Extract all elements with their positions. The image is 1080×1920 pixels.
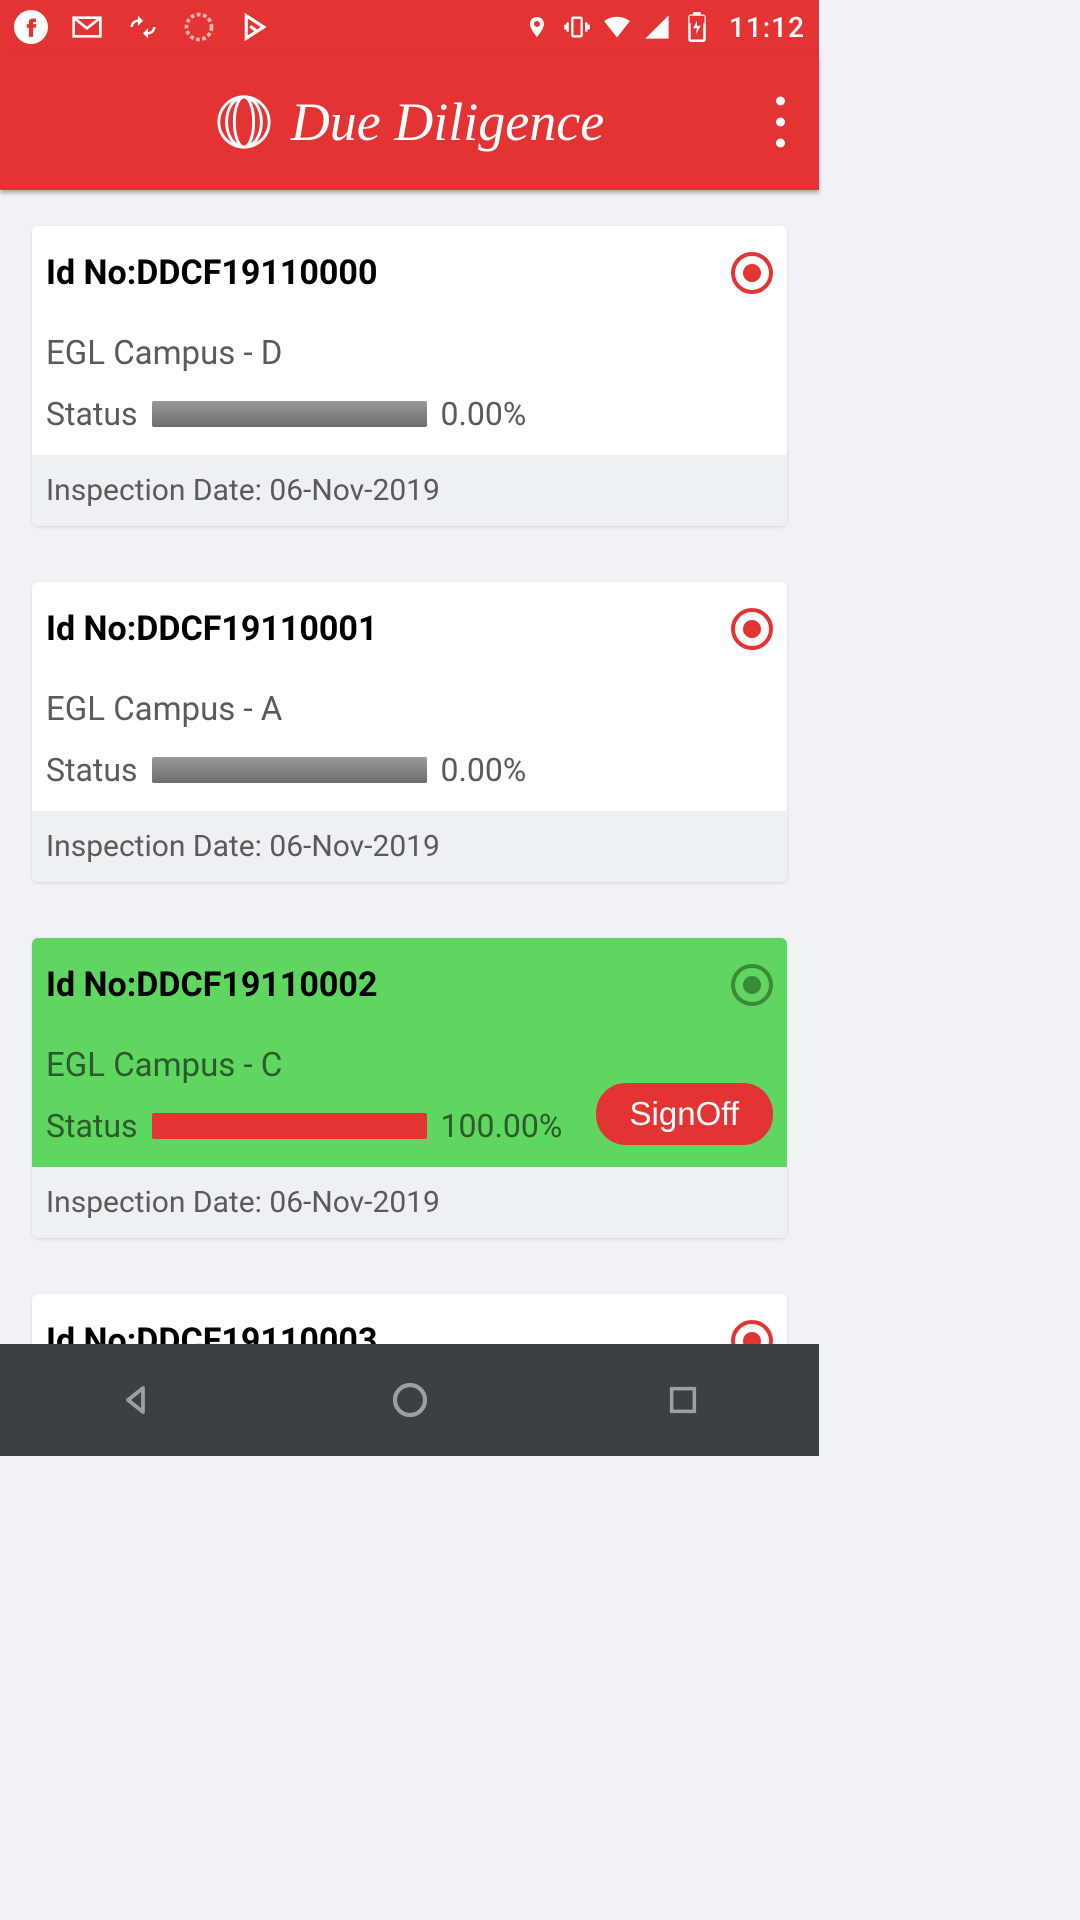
progress-bar bbox=[152, 1113, 427, 1139]
card-body: Id No:DDCF19110000 EGL Campus - D Status 0.… bbox=[32, 226, 787, 455]
status-bar: 11:12 bbox=[0, 0, 819, 54]
play-icon bbox=[238, 10, 272, 44]
status-radio-icon[interactable] bbox=[731, 964, 773, 1006]
signal-icon bbox=[643, 12, 671, 42]
card-body: Id No:DDCF19110002 EGL Campus - C Status 10… bbox=[32, 938, 787, 1167]
app-logo-icon bbox=[215, 93, 273, 151]
id-label: Id No:DDCF19110002 bbox=[46, 965, 377, 1005]
percent-value: 100.00% bbox=[441, 1107, 563, 1145]
inspection-card[interactable]: Id No:DDCF19110002 EGL Campus - C Status 10… bbox=[32, 938, 787, 1238]
card-body: Id No:DDCF19110003 bbox=[32, 1294, 787, 1344]
back-button[interactable] bbox=[115, 1378, 159, 1422]
vibrate-icon bbox=[563, 12, 591, 42]
id-row: Id No:DDCF19110003 bbox=[46, 1320, 773, 1344]
status-label: Status bbox=[46, 395, 138, 433]
home-button[interactable] bbox=[388, 1378, 432, 1422]
inspection-date: Inspection Date: 06-Nov-2019 bbox=[32, 811, 787, 882]
id-label: Id No:DDCF19110001 bbox=[46, 609, 377, 649]
campus-name: EGL Campus - C bbox=[46, 1046, 773, 1085]
status-time: 11:12 bbox=[729, 11, 805, 44]
campus-name: EGL Campus - D bbox=[46, 334, 773, 373]
status-bar-right: 11:12 bbox=[523, 11, 805, 44]
gmail-icon bbox=[70, 10, 104, 44]
percent-value: 0.00% bbox=[441, 751, 527, 789]
status-bar-left bbox=[14, 10, 272, 44]
inspection-card[interactable]: Id No:DDCF19110001 EGL Campus - A Status 0.… bbox=[32, 582, 787, 882]
inspection-card[interactable]: Id No:DDCF19110000 EGL Campus - D Status 0.… bbox=[32, 226, 787, 526]
campus-name: EGL Campus - A bbox=[46, 690, 773, 729]
status-radio-icon[interactable] bbox=[731, 1320, 773, 1344]
app-title-wrap: Due Diligence bbox=[215, 91, 604, 153]
inspection-card[interactable]: Id No:DDCF19110003 bbox=[32, 1294, 787, 1344]
percent-value: 0.00% bbox=[441, 395, 527, 433]
id-row: Id No:DDCF19110001 bbox=[46, 608, 773, 650]
status-label: Status bbox=[46, 1107, 138, 1145]
id-label: Id No:DDCF19110000 bbox=[46, 253, 377, 293]
status-row: Status 0.00% bbox=[46, 751, 773, 789]
status-row: Status 0.00% bbox=[46, 395, 773, 433]
app-bar: Due Diligence bbox=[0, 54, 819, 190]
status-radio-icon[interactable] bbox=[731, 608, 773, 650]
location-icon bbox=[523, 12, 551, 42]
progress-bar bbox=[152, 401, 427, 427]
app-title: Due Diligence bbox=[291, 91, 604, 153]
inspection-date: Inspection Date: 06-Nov-2019 bbox=[32, 455, 787, 526]
id-row: Id No:DDCF19110002 bbox=[46, 964, 773, 1006]
inspection-date: Inspection Date: 06-Nov-2019 bbox=[32, 1167, 787, 1238]
status-label: Status bbox=[46, 751, 138, 789]
card-body: Id No:DDCF19110001 EGL Campus - A Status 0.… bbox=[32, 582, 787, 811]
battery-charging-icon bbox=[683, 12, 711, 42]
progress-bar bbox=[152, 757, 427, 783]
loading-icon bbox=[182, 10, 216, 44]
system-nav-bar bbox=[0, 1344, 819, 1456]
inspection-list[interactable]: Id No:DDCF19110000 EGL Campus - D Status 0.… bbox=[0, 190, 819, 1344]
sync-icon bbox=[126, 10, 160, 44]
screen: 11:12 Due Diligence Id No:DDCF19110000 EG… bbox=[0, 0, 819, 1456]
id-row: Id No:DDCF19110000 bbox=[46, 252, 773, 294]
wifi-icon bbox=[603, 12, 631, 42]
status-radio-icon[interactable] bbox=[731, 252, 773, 294]
signoff-button[interactable]: SignOff bbox=[596, 1083, 773, 1145]
id-label: Id No:DDCF19110003 bbox=[46, 1321, 377, 1344]
overflow-menu-button[interactable] bbox=[776, 97, 785, 148]
recent-apps-button[interactable] bbox=[661, 1378, 705, 1422]
facebook-icon bbox=[14, 10, 48, 44]
